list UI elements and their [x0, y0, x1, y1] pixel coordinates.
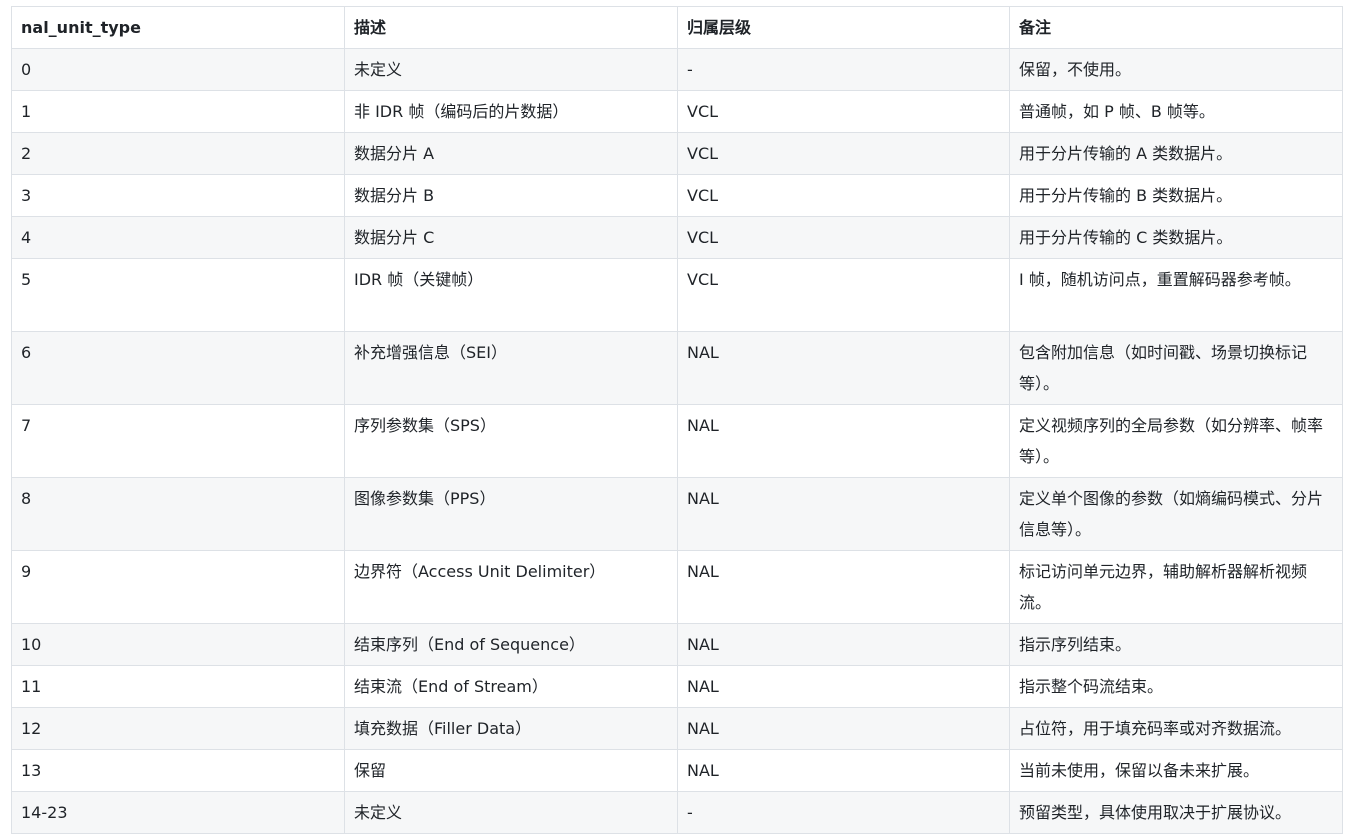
nal-unit-type-table-container: nal_unit_type 描述 归属层级 备注 0 未定义 - 保留，不使用。…: [11, 6, 1343, 834]
nal-unit-type-table: nal_unit_type 描述 归属层级 备注 0 未定义 - 保留，不使用。…: [11, 6, 1343, 834]
table-row: 11 结束流（End of Stream） NAL 指示整个码流结束。: [11, 665, 1343, 708]
cell-type: 4: [11, 216, 345, 259]
cell-type: 1: [11, 90, 345, 133]
cell-layer: NAL: [677, 707, 1010, 750]
cell-note: 用于分片传输的 C 类数据片。: [1009, 216, 1343, 259]
cell-note: 定义视频序列的全局参数（如分辨率、帧率等）。: [1009, 404, 1343, 478]
cell-type: 11: [11, 665, 345, 708]
cell-layer: NAL: [677, 331, 1010, 405]
cell-note: 普通帧，如 P 帧、B 帧等。: [1009, 90, 1343, 133]
cell-layer: NAL: [677, 665, 1010, 708]
cell-description: 未定义: [344, 791, 678, 834]
cell-type: 6: [11, 331, 345, 405]
cell-description: 数据分片 B: [344, 174, 678, 217]
cell-layer: VCL: [677, 174, 1010, 217]
cell-note: 保留，不使用。: [1009, 48, 1343, 91]
table-row: 9 边界符（Access Unit Delimiter） NAL 标记访问单元边…: [11, 550, 1343, 624]
cell-type: 9: [11, 550, 345, 624]
cell-layer: VCL: [677, 132, 1010, 175]
cell-type: 5: [11, 258, 345, 332]
cell-description: 非 IDR 帧（编码后的片数据）: [344, 90, 678, 133]
table-row: 5 IDR 帧（关键帧） VCL I 帧，随机访问点，重置解码器参考帧。: [11, 258, 1343, 332]
cell-note: 用于分片传输的 B 类数据片。: [1009, 174, 1343, 217]
table-body: 0 未定义 - 保留，不使用。 1 非 IDR 帧（编码后的片数据） VCL 普…: [11, 48, 1343, 834]
cell-description: 未定义: [344, 48, 678, 91]
cell-description: 数据分片 A: [344, 132, 678, 175]
cell-note: 包含附加信息（如时间戳、场景切换标记等）。: [1009, 331, 1343, 405]
cell-note: 预留类型，具体使用取决于扩展协议。: [1009, 791, 1343, 834]
cell-type: 13: [11, 749, 345, 792]
header-row: nal_unit_type 描述 归属层级 备注: [11, 6, 1343, 49]
cell-description: 结束序列（End of Sequence）: [344, 623, 678, 666]
cell-layer: NAL: [677, 550, 1010, 624]
cell-layer: -: [677, 791, 1010, 834]
table-row: 13 保留 NAL 当前未使用，保留以备未来扩展。: [11, 749, 1343, 792]
cell-type: 8: [11, 477, 345, 551]
cell-note: 用于分片传输的 A 类数据片。: [1009, 132, 1343, 175]
cell-layer: NAL: [677, 749, 1010, 792]
cell-note: 当前未使用，保留以备未来扩展。: [1009, 749, 1343, 792]
cell-type: 7: [11, 404, 345, 478]
table-row: 7 序列参数集（SPS） NAL 定义视频序列的全局参数（如分辨率、帧率等）。: [11, 404, 1343, 478]
table-row: 6 补充增强信息（SEI） NAL 包含附加信息（如时间戳、场景切换标记等）。: [11, 331, 1343, 405]
cell-description: 边界符（Access Unit Delimiter）: [344, 550, 678, 624]
cell-description: 序列参数集（SPS）: [344, 404, 678, 478]
cell-type: 0: [11, 48, 345, 91]
cell-note: 定义单个图像的参数（如熵编码模式、分片信息等）。: [1009, 477, 1343, 551]
cell-type: 10: [11, 623, 345, 666]
cell-layer: VCL: [677, 258, 1010, 332]
cell-description: 图像参数集（PPS）: [344, 477, 678, 551]
cell-layer: NAL: [677, 477, 1010, 551]
cell-note: 指示整个码流结束。: [1009, 665, 1343, 708]
header-layer: 归属层级: [677, 6, 1010, 49]
cell-note: 标记访问单元边界，辅助解析器解析视频流。: [1009, 550, 1343, 624]
cell-type: 2: [11, 132, 345, 175]
table-row: 10 结束序列（End of Sequence） NAL 指示序列结束。: [11, 623, 1343, 666]
cell-type: 14-23: [11, 791, 345, 834]
cell-description: 结束流（End of Stream）: [344, 665, 678, 708]
cell-description: 填充数据（Filler Data）: [344, 707, 678, 750]
table-row: 14-23 未定义 - 预留类型，具体使用取决于扩展协议。: [11, 791, 1343, 834]
cell-layer: VCL: [677, 90, 1010, 133]
table-row: 3 数据分片 B VCL 用于分片传输的 B 类数据片。: [11, 174, 1343, 217]
table-row: 1 非 IDR 帧（编码后的片数据） VCL 普通帧，如 P 帧、B 帧等。: [11, 90, 1343, 133]
table-row: 2 数据分片 A VCL 用于分片传输的 A 类数据片。: [11, 132, 1343, 175]
table-header: nal_unit_type 描述 归属层级 备注: [11, 6, 1343, 49]
cell-note: 占位符，用于填充码率或对齐数据流。: [1009, 707, 1343, 750]
table-row: 4 数据分片 C VCL 用于分片传输的 C 类数据片。: [11, 216, 1343, 259]
header-nal-unit-type: nal_unit_type: [11, 6, 345, 49]
cell-layer: -: [677, 48, 1010, 91]
cell-note: I 帧，随机访问点，重置解码器参考帧。: [1009, 258, 1343, 332]
header-note: 备注: [1009, 6, 1343, 49]
table-row: 12 填充数据（Filler Data） NAL 占位符，用于填充码率或对齐数据…: [11, 707, 1343, 750]
table-row: 0 未定义 - 保留，不使用。: [11, 48, 1343, 91]
cell-layer: NAL: [677, 623, 1010, 666]
header-description: 描述: [344, 6, 678, 49]
cell-layer: VCL: [677, 216, 1010, 259]
cell-description: 数据分片 C: [344, 216, 678, 259]
cell-description: 补充增强信息（SEI）: [344, 331, 678, 405]
cell-layer: NAL: [677, 404, 1010, 478]
cell-note: 指示序列结束。: [1009, 623, 1343, 666]
cell-type: 3: [11, 174, 345, 217]
table-row: 8 图像参数集（PPS） NAL 定义单个图像的参数（如熵编码模式、分片信息等）…: [11, 477, 1343, 551]
cell-description: 保留: [344, 749, 678, 792]
cell-description: IDR 帧（关键帧）: [344, 258, 678, 332]
cell-type: 12: [11, 707, 345, 750]
